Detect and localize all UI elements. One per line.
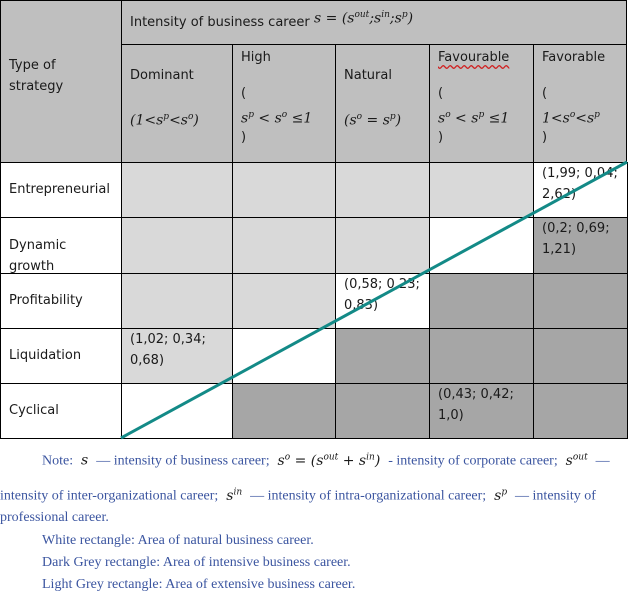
col-formula-close: ): [438, 130, 444, 145]
col-header-high: High ( sp < so ≤1 ): [232, 44, 336, 163]
symbol-s: s: [76, 452, 93, 469]
table-cell: (0,58; 0,23; 0,83): [335, 273, 430, 329]
col-label: Favourable: [438, 50, 510, 65]
col-formula-open: (: [542, 86, 548, 101]
sout-dash: —: [595, 453, 610, 469]
legend-white: White rectangle: Area of natural busines…: [42, 533, 314, 548]
note-line-1: Note: s — intensity of business career; …: [42, 452, 610, 470]
table-cell: (1,02; 0,34; 0,68): [121, 328, 233, 384]
symbol-so-formula: so = (sout + sin): [273, 452, 385, 469]
col-label: Favorable: [542, 50, 606, 65]
table-cell: [335, 328, 430, 384]
table-cell: [533, 383, 628, 439]
row-label: Entrepreneurial: [9, 182, 110, 197]
table-cell: [121, 273, 233, 329]
cell-value: (1,02; 0,34; 0,68): [130, 332, 206, 368]
table-cell: [533, 328, 628, 384]
col-header-dominant: Dominant (1<sp<so): [121, 44, 233, 163]
table-cell: [429, 162, 534, 218]
col-label: High: [241, 50, 271, 65]
table-cell: [121, 217, 233, 274]
corner-header: Type of strategy: [0, 0, 122, 163]
table-cell: [232, 328, 336, 384]
row-label: Profitability: [9, 293, 83, 308]
corner-label: Type of strategy: [9, 58, 64, 94]
intensity-formula: s = (sout;sin;sp): [314, 10, 414, 27]
cell-value: (0,43; 0,42; 1,0): [438, 387, 514, 423]
table-cell: [429, 328, 534, 384]
col-formula: 1<so<sp: [542, 110, 600, 127]
s-definition: — intensity of business career;: [96, 453, 270, 469]
col-formula-open: (: [241, 86, 247, 101]
legend-dark-grey: Dark Grey rectangle: Area of intensive b…: [42, 555, 351, 570]
table-cell: [533, 273, 628, 329]
table-cell: [232, 217, 336, 274]
table-cell: [121, 383, 233, 439]
strategy-career-table: Type of strategy Intensity of business c…: [0, 0, 628, 439]
table-cell: [232, 383, 336, 439]
col-header-favourable: Favourable ( so < sp ≤1 ): [429, 44, 534, 163]
table-cell: (1,99; 0,04; 2,62): [533, 162, 628, 218]
table-cell: (0,2; 0,69; 1,21): [533, 217, 628, 274]
table-cell: [335, 162, 430, 218]
col-label: Dominant: [130, 68, 194, 83]
table-cell: [335, 217, 430, 274]
col-formula-close: ): [542, 130, 548, 145]
table-cell: [335, 383, 430, 439]
legend-light-grey: Light Grey rectangle: Area of extensive …: [42, 577, 356, 592]
col-formula: so < sp ≤1: [438, 110, 510, 127]
intensity-header-title: Intensity of business career: [130, 15, 310, 30]
table-cell: [232, 273, 336, 329]
intensity-header: Intensity of business career s = (sout;s…: [121, 0, 627, 45]
row-label: Cyclical: [9, 403, 59, 418]
col-header-natural: Natural (so = sp): [335, 44, 430, 163]
sin-definition: — intensity of intra-organizational care…: [250, 488, 487, 504]
row-label: Liquidation: [9, 348, 82, 363]
table-cell: [429, 217, 534, 274]
row-label: Dynamic growth: [9, 237, 67, 274]
table-cell: [121, 162, 233, 218]
sp-definition: — intensity of: [515, 488, 596, 504]
col-formula: (so = sp): [344, 112, 402, 129]
row-header-liquidation: Liquidation: [0, 328, 122, 384]
col-label: Natural: [344, 68, 392, 83]
col-formula-open: (: [438, 86, 444, 101]
row-header-cyclical: Cyclical: [0, 383, 122, 439]
cell-value: (1,99; 0,04; 2,62): [542, 166, 618, 202]
note-line-2: intensity of inter-organizational career…: [0, 487, 596, 505]
note-prefix: Note:: [42, 453, 74, 469]
col-formula: sp < so ≤1: [241, 110, 313, 127]
row-header-profitability: Profitability: [0, 273, 122, 329]
table-cell: [232, 162, 336, 218]
cell-value: (0,2; 0,69; 1,21): [542, 221, 610, 257]
cell-value: (0,58; 0,23; 0,83): [344, 277, 420, 313]
sout-definition: intensity of inter-organizational career…: [0, 488, 219, 504]
symbol-sin: sin: [221, 487, 243, 504]
symbol-sout: sout: [561, 452, 588, 469]
col-formula: (1<sp<so): [130, 112, 199, 129]
col-header-favorable: Favorable ( 1<so<sp ): [533, 44, 627, 163]
col-formula-close: ): [241, 130, 247, 145]
symbol-sp: sp: [489, 487, 508, 504]
row-header-entrepreneurial: Entrepreneurial: [0, 162, 122, 218]
table-cell: (0,43; 0,42; 1,0): [429, 383, 534, 439]
so-definition: - intensity of corporate career;: [388, 453, 558, 469]
note-line-3: professional career.: [0, 510, 109, 525]
table-cell: [429, 273, 534, 329]
row-header-dynamic-growth: Dynamic growth: [0, 217, 122, 274]
